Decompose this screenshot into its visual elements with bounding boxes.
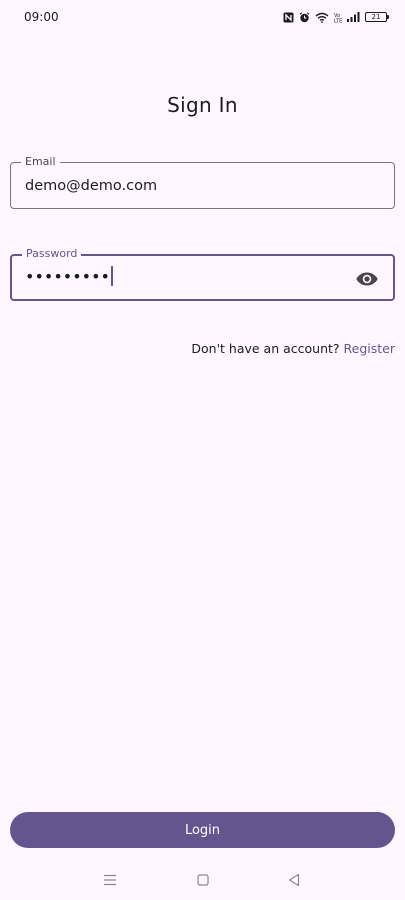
register-row: Don't have an account? Register — [191, 341, 395, 356]
battery-level: 21 — [371, 13, 381, 21]
text-cursor — [110, 266, 113, 286]
email-field[interactable]: Email demo@demo.com — [10, 155, 395, 209]
status-bar: 09:00 Vo LTE 21 — [0, 0, 405, 34]
page-title: Sign In — [167, 93, 238, 117]
email-label: Email — [21, 155, 60, 169]
home-icon[interactable] — [195, 872, 211, 888]
password-value-wrap[interactable]: ••••••••• — [25, 266, 113, 286]
menu-icon[interactable] — [102, 872, 118, 888]
status-time: 09:00 — [24, 10, 59, 24]
svg-text:LTE: LTE — [334, 18, 342, 23]
register-link[interactable]: Register — [344, 341, 395, 356]
eye-icon[interactable] — [355, 267, 379, 291]
login-button[interactable]: Login — [10, 812, 395, 848]
alarm-icon — [299, 11, 310, 23]
register-prompt: Don't have an account? — [191, 341, 340, 356]
password-label: Password — [22, 247, 82, 261]
navigation-bar — [0, 865, 405, 895]
password-value[interactable]: ••••••••• — [25, 267, 110, 286]
volte-icon: Vo LTE — [334, 12, 342, 23]
password-field[interactable]: Password ••••••••• — [10, 247, 395, 301]
status-icons: Vo LTE 21 — [283, 10, 389, 24]
email-value[interactable]: demo@demo.com — [25, 178, 157, 194]
back-icon[interactable] — [286, 872, 302, 888]
wifi-icon — [315, 12, 329, 23]
nfc-icon — [283, 12, 294, 23]
signal-icon — [347, 12, 360, 22]
battery-icon: 21 — [365, 12, 389, 22]
